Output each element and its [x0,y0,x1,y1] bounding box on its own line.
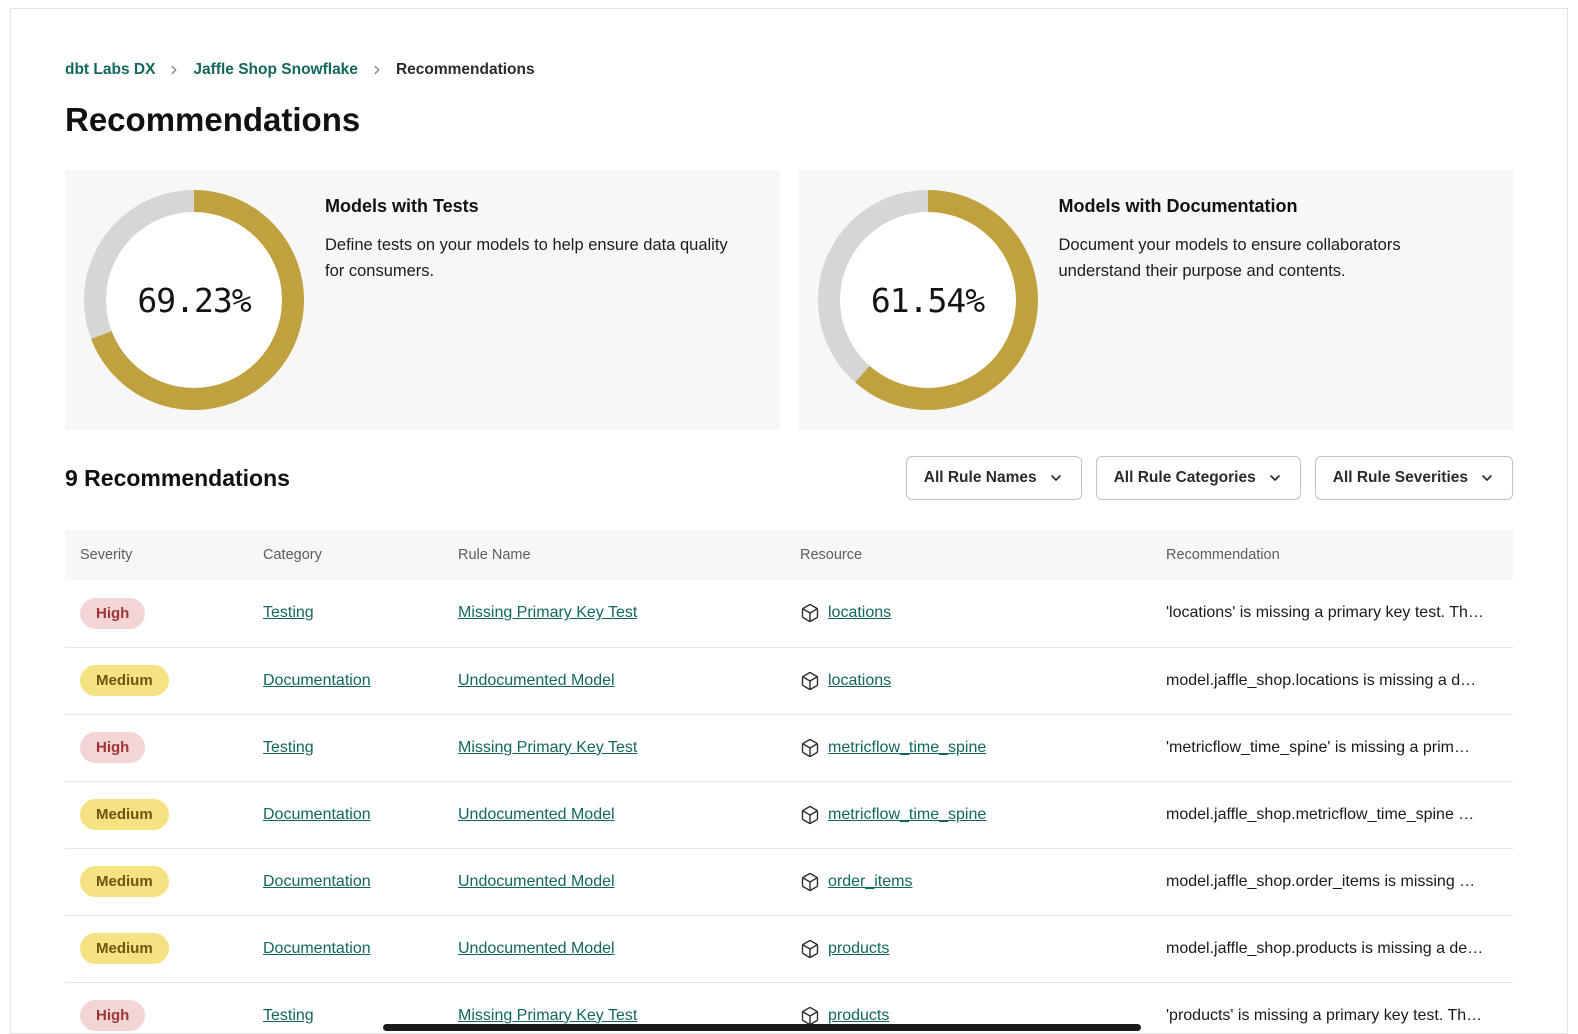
rule-name-link[interactable]: Undocumented Model [458,873,615,890]
list-header: 9 Recommendations All Rule Names All Rul… [65,456,1513,500]
recommendation-text: model.jaffle_shop.order_items is missing… [1166,873,1475,890]
column-header-resource: Resource [785,530,1151,580]
recommendations-table: Severity Category Rule Name Resource Rec… [65,530,1513,1034]
filter-label: All Rule Severities [1333,469,1468,487]
severity-badge: Medium [80,933,169,964]
donut-chart-tests: 69.23% [84,190,304,410]
metric-cards: 69.23% Models with Tests Define tests on… [65,170,1513,430]
rule-name-link[interactable]: Undocumented Model [458,806,615,823]
filter-rule-categories-dropdown[interactable]: All Rule Categories [1096,456,1301,500]
resource-link[interactable]: products [828,1007,889,1025]
table-row: Medium Documentation Undocumented Model … [65,781,1513,848]
column-header-category: Category [248,530,443,580]
severity-badge: High [80,1000,145,1031]
rule-name-link[interactable]: Undocumented Model [458,672,615,689]
card-text: Models with Documentation Document your … [1059,196,1444,284]
package-icon [800,805,820,825]
package-icon [800,1006,820,1026]
rule-name-link[interactable]: Undocumented Model [458,940,615,957]
rule-name-link[interactable]: Missing Primary Key Test [458,1007,637,1024]
filter-label: All Rule Names [924,469,1037,487]
app-frame: dbt Labs DX Jaffle Shop Snowflake Recomm… [10,8,1568,1034]
donut-percent-label: 61.54% [871,281,984,320]
models-with-documentation-card: 61.54% Models with Documentation Documen… [799,170,1514,430]
recommendation-text: model.jaffle_shop.locations is missing a… [1166,672,1476,689]
package-icon [800,939,820,959]
category-link[interactable]: Testing [263,739,314,756]
card-title: Models with Tests [325,196,750,217]
category-link[interactable]: Documentation [263,672,371,689]
donut-hole: 69.23% [106,212,282,388]
donut-chart-documentation: 61.54% [818,190,1038,410]
card-description: Document your models to ensure collabora… [1059,233,1444,284]
recommendations-count: 9 Recommendations [65,465,290,492]
rule-name-link[interactable]: Missing Primary Key Test [458,604,637,621]
card-text: Models with Tests Define tests on your m… [325,196,750,284]
horizontal-scrollbar-thumb[interactable] [383,1024,1141,1031]
breadcrumb-item-current: Recommendations [396,61,535,79]
recommendation-text: 'locations' is missing a primary key tes… [1166,604,1484,621]
resource-link[interactable]: products [828,940,889,958]
donut-hole: 61.54% [840,212,1016,388]
column-header-recommendation: Recommendation [1151,530,1513,580]
column-header-rule-name: Rule Name [443,530,785,580]
severity-badge: Medium [80,866,169,897]
resource-link[interactable]: metricflow_time_spine [828,739,986,757]
table-row: Medium Documentation Undocumented Model … [65,647,1513,714]
recommendation-text: 'metricflow_time_spine' is missing a pri… [1166,739,1470,756]
resource-link[interactable]: locations [828,604,891,622]
category-link[interactable]: Testing [263,1007,314,1024]
card-title: Models with Documentation [1059,196,1444,217]
recommendation-text: model.jaffle_shop.products is missing a … [1166,940,1483,957]
recommendation-text: 'products' is missing a primary key test… [1166,1007,1482,1024]
chevron-down-icon [1479,470,1495,486]
category-link[interactable]: Documentation [263,806,371,823]
main-content: dbt Labs DX Jaffle Shop Snowflake Recomm… [11,61,1567,1034]
breadcrumb-item-account[interactable]: dbt Labs DX [65,61,155,79]
models-with-tests-card: 69.23% Models with Tests Define tests on… [65,170,780,430]
filter-label: All Rule Categories [1114,469,1256,487]
resource-link[interactable]: order_items [828,873,912,891]
table-row: Medium Documentation Undocumented Model … [65,915,1513,982]
column-header-severity: Severity [65,530,248,580]
breadcrumb-item-project[interactable]: Jaffle Shop Snowflake [193,61,358,79]
package-icon [800,671,820,691]
severity-badge: High [80,598,145,629]
chevron-right-icon [167,63,181,77]
resource-link[interactable]: locations [828,672,891,690]
package-icon [800,738,820,758]
rule-name-link[interactable]: Missing Primary Key Test [458,739,637,756]
package-icon [800,603,820,623]
chevron-right-icon [370,63,384,77]
page-title: Recommendations [65,101,1513,139]
category-link[interactable]: Testing [263,604,314,621]
filter-rule-severities-dropdown[interactable]: All Rule Severities [1315,456,1513,500]
chevron-down-icon [1048,470,1064,486]
chevron-down-icon [1267,470,1283,486]
severity-badge: Medium [80,799,169,830]
table-row: High Testing Missing Primary Key Test me… [65,714,1513,781]
package-icon [800,872,820,892]
filter-rule-names-dropdown[interactable]: All Rule Names [906,456,1082,500]
donut-percent-label: 69.23% [137,281,250,320]
category-link[interactable]: Documentation [263,940,371,957]
table-row: Medium Documentation Undocumented Model … [65,848,1513,915]
recommendation-text: model.jaffle_shop.metricflow_time_spine … [1166,806,1474,823]
filter-bar: All Rule Names All Rule Categories All R… [906,456,1513,500]
breadcrumb: dbt Labs DX Jaffle Shop Snowflake Recomm… [65,61,1513,79]
resource-link[interactable]: metricflow_time_spine [828,806,986,824]
table-body: High Testing Missing Primary Key Test lo… [65,580,1513,1034]
severity-badge: Medium [80,665,169,696]
table-header-row: Severity Category Rule Name Resource Rec… [65,530,1513,580]
card-description: Define tests on your models to help ensu… [325,233,750,284]
category-link[interactable]: Documentation [263,873,371,890]
table-row: High Testing Missing Primary Key Test lo… [65,580,1513,647]
severity-badge: High [80,732,145,763]
